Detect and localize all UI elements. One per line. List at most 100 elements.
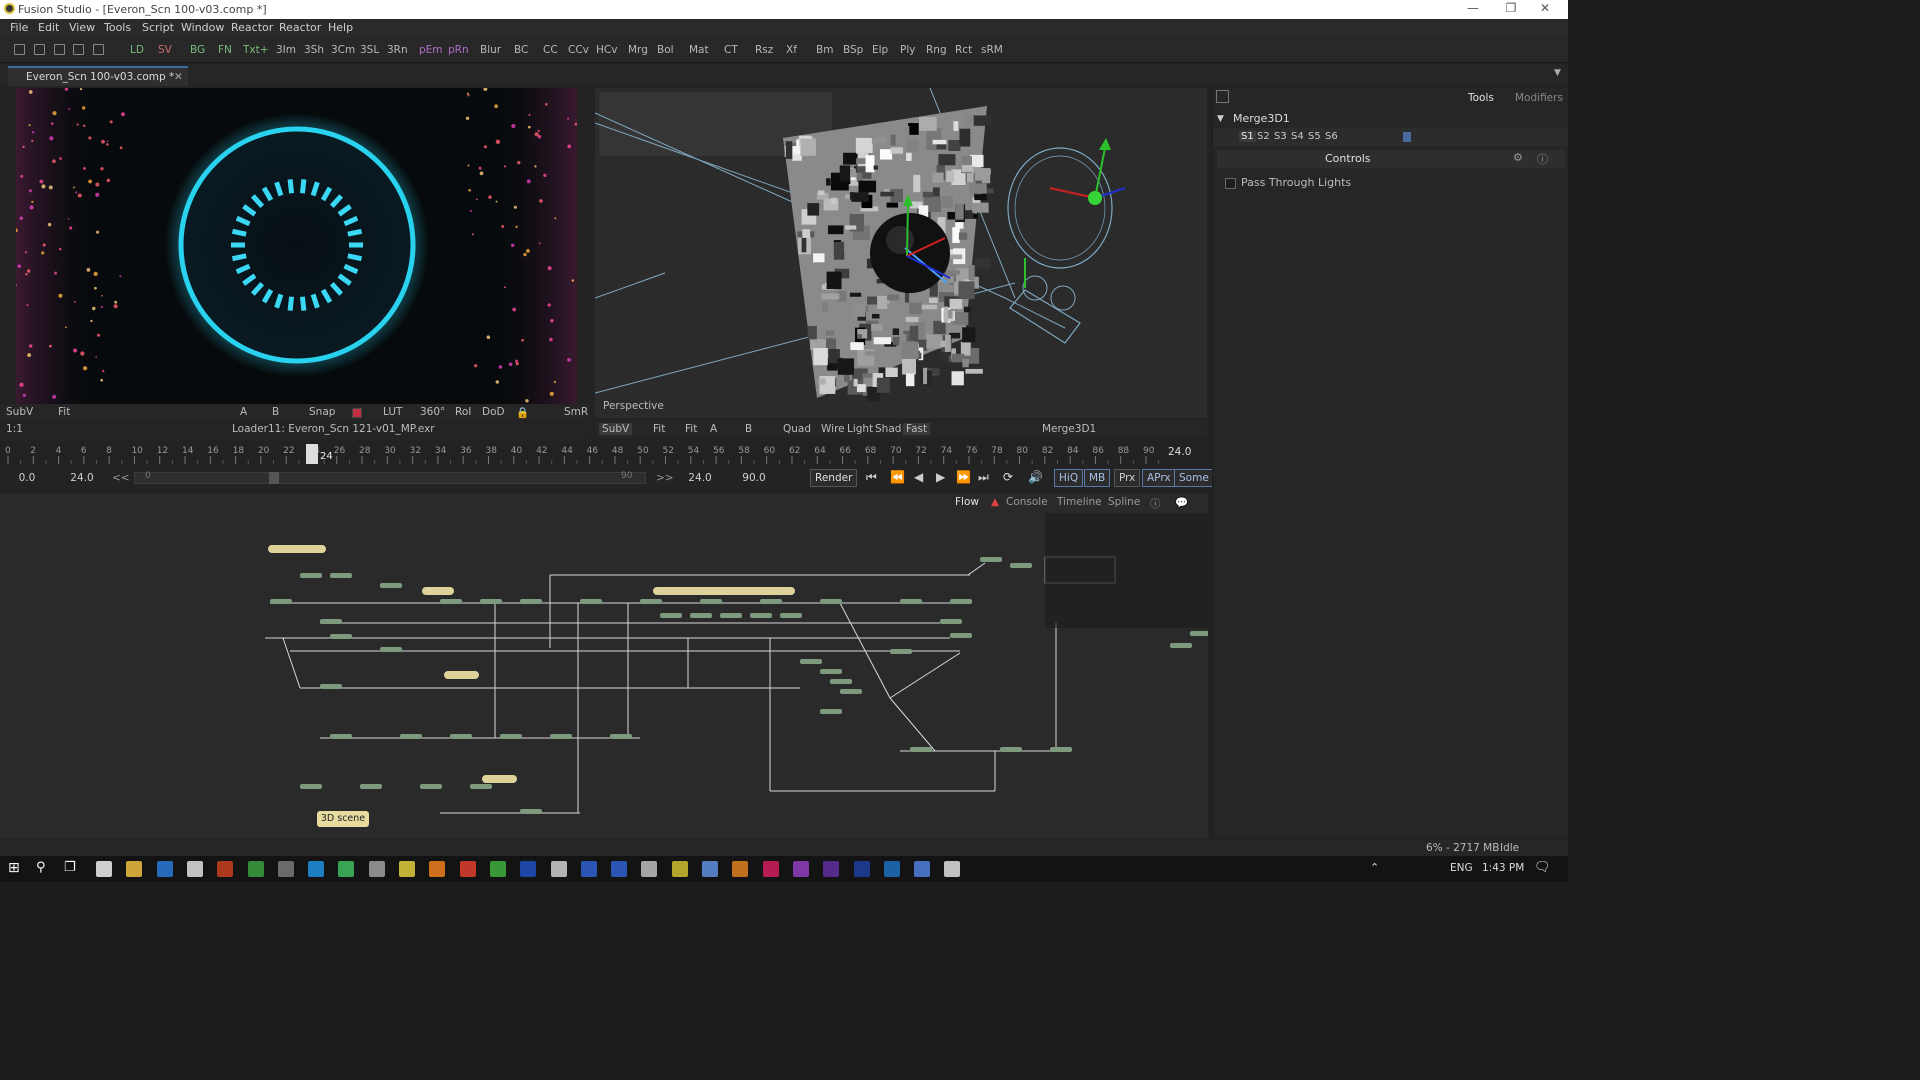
a-buffer-button[interactable]: A [240,406,247,418]
menu-file[interactable]: File [10,21,28,34]
light-button[interactable]: Light [847,423,873,435]
tool-3im[interactable]: 3Im [276,44,296,56]
render-start-field[interactable]: 24.0 [58,469,106,487]
layout-full-icon[interactable] [93,44,104,55]
tool-fn[interactable]: FN [218,44,232,56]
range-slider-handle[interactable] [269,472,279,484]
subv-button[interactable]: SubV [6,406,33,418]
tool-elp[interactable]: Elp [872,44,888,56]
tool-ld[interactable]: LD [130,44,144,56]
smr-button[interactable]: SmR [564,406,588,418]
menu-view[interactable]: View [69,21,95,34]
start-menu-icon[interactable]: ⊞ [8,860,20,876]
inspector-collapse-icon[interactable] [1216,90,1229,103]
tab-timeline[interactable]: Timeline [1057,496,1102,508]
go-to-start-icon[interactable]: ⏮ [866,470,877,485]
taskbar-app-icon[interactable] [702,861,718,877]
taskbar-app-icon[interactable] [580,861,597,877]
clock[interactable]: 1:43 PM [1482,862,1524,874]
tool-pem[interactable]: pEm [419,44,443,56]
tray-expand-icon[interactable]: ⌃ [1370,861,1379,874]
taskbar-app-icon[interactable] [732,861,749,877]
taskbar-app-icon[interactable] [96,861,112,877]
taskbar-app-icon[interactable] [611,861,628,877]
snap-button[interactable]: Snap [309,406,335,418]
flow-view[interactable]: 3D scene [0,493,1208,838]
dod-button[interactable]: DoD [482,406,505,418]
tool-bol[interactable]: Bol [657,44,674,56]
menu-script[interactable]: Script [142,21,174,34]
taskbar-app-icon[interactable] [368,861,385,877]
controls-header[interactable]: Controls ⚙ ⓘ [1217,150,1565,168]
comments-icon[interactable]: 💬 [1175,496,1188,509]
taskbar-app-icon[interactable] [853,861,870,877]
tool-rsz[interactable]: Rsz [755,44,773,56]
tool-bsp[interactable]: BSp [843,44,863,56]
taskbar-app-icon[interactable] [792,861,809,877]
global-end-field[interactable]: 90.0 [730,469,778,487]
lut-button[interactable]: LUT [383,406,402,418]
tool-bm[interactable]: Bm [816,44,833,56]
taskbar-app-icon[interactable] [520,861,537,877]
taskbar-app-icon[interactable] [156,861,173,877]
play-reverse-icon[interactable]: ◀ [914,470,923,484]
tool-blur[interactable]: Blur [480,44,501,56]
taskbar-app-icon[interactable] [459,861,476,877]
taskbar-app-icon[interactable] [489,861,506,877]
pass-through-lights-checkbox[interactable] [1225,178,1236,189]
b-buffer-button[interactable]: B [272,406,279,418]
tool-rng[interactable]: Rng [926,44,947,56]
audio-icon[interactable]: 🔊 [1028,470,1043,484]
tool-prn[interactable]: pRn [448,44,469,56]
comp-tab[interactable]: Everon_Scn 100-v03.comp * ✕ [8,66,188,86]
loop-icon[interactable]: ⟳ [1003,470,1013,484]
close-window-button[interactable]: ✕ [1522,0,1568,19]
taskbar-app-icon[interactable] [186,861,203,877]
menu-tools[interactable]: Tools [104,21,131,34]
tool-3rn[interactable]: 3Rn [387,44,408,56]
tool-txt[interactable]: Txt+ [243,44,269,56]
node-color-swatch[interactable] [1403,132,1411,142]
taskbar-app-icon[interactable] [429,861,446,877]
menu-edit[interactable]: Edit [38,21,59,34]
tool-3cm[interactable]: 3Cm [331,44,355,56]
current-time-field[interactable]: 24.0 [1168,446,1191,458]
menu-help[interactable]: Help [328,21,353,34]
viewer-right[interactable]: Perspective [595,88,1207,418]
task-view-icon[interactable]: ❐ [64,860,76,875]
fit-button-right[interactable]: Fit [653,423,665,435]
taskbar-app-icon[interactable] [338,861,355,877]
perspective-label[interactable]: Perspective [603,400,664,412]
tab-modifiers[interactable]: Modifiers [1515,92,1563,104]
global-start-field[interactable]: 0.0 [4,469,50,487]
taskbar-app-icon[interactable] [399,861,415,877]
fit-button[interactable]: Fit [58,406,70,418]
prev-range-button[interactable]: << [112,469,130,487]
time-ruler[interactable]: 0246810121416182022242628303234363840424… [0,442,1208,464]
language-indicator[interactable]: ENG [1450,862,1473,874]
a-buffer-button-right[interactable]: A [710,423,717,435]
taskbar-app-icon[interactable] [550,861,567,877]
tool-sv[interactable]: SV [158,44,172,56]
expand-chevron-icon[interactable]: ▼ [1217,114,1224,124]
tool-srm[interactable]: sRM [981,44,1003,56]
info-icon[interactable]: ⓘ [1150,496,1161,511]
color-channel-icon[interactable] [352,408,362,418]
roi-button[interactable]: RoI [455,406,471,418]
playhead[interactable] [306,444,318,464]
shad-button[interactable]: Shad [875,423,901,435]
taskbar-app-icon[interactable] [641,861,658,877]
step-back-icon[interactable]: ⏪ [890,470,905,484]
viewer-left[interactable] [16,88,577,404]
tool-bg[interactable]: BG [190,44,205,56]
taskbar-app-icon[interactable] [126,861,143,877]
quad-button[interactable]: Quad [783,423,811,435]
tool-3sl[interactable]: 3SL [360,44,379,56]
tool-cc[interactable]: CC [543,44,558,56]
version-s5[interactable]: S5 [1308,131,1321,142]
taskbar-app-icon[interactable] [883,861,900,877]
some-button[interactable]: Some [1174,469,1214,487]
b-buffer-button-right[interactable]: B [745,423,752,435]
wire-button[interactable]: Wire [821,423,845,435]
play-icon[interactable]: ▶ [936,470,945,484]
